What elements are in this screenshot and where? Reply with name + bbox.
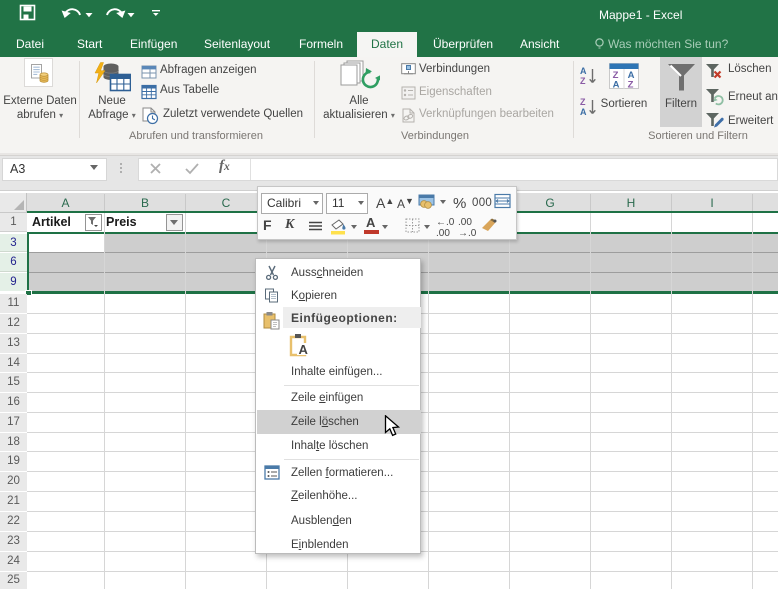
svg-text:A: A: [580, 107, 587, 117]
svg-text:Z: Z: [628, 80, 634, 90]
svg-text:A: A: [613, 80, 620, 90]
svg-text:A: A: [580, 66, 587, 76]
svg-text:A: A: [299, 342, 309, 357]
svg-text:Z: Z: [580, 76, 586, 86]
svg-text:Z: Z: [580, 97, 586, 107]
